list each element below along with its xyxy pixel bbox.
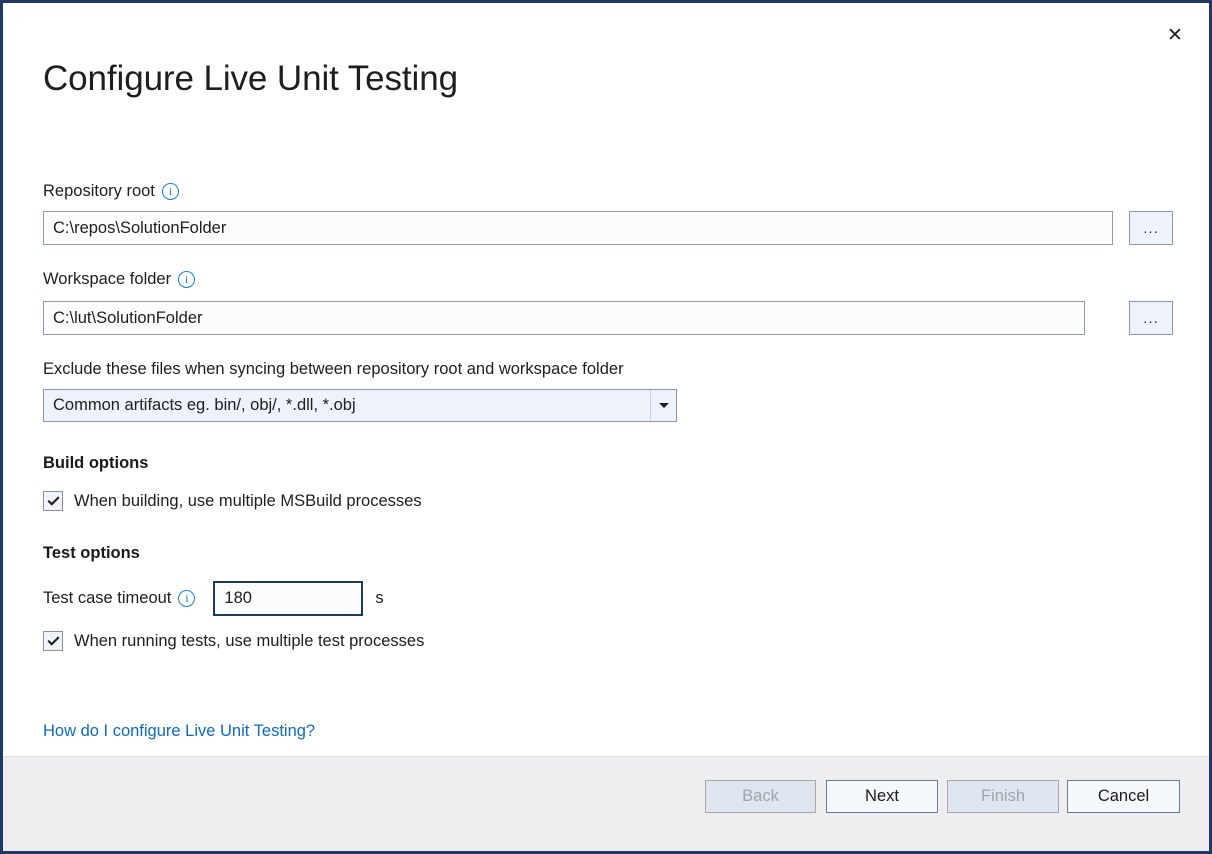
test-case-timeout-label: Test case timeout i <box>43 590 195 607</box>
info-icon[interactable]: i <box>178 590 195 607</box>
exclude-files-dropdown[interactable]: Common artifacts eg. bin/, obj/, *.dll, … <box>43 389 677 422</box>
next-button[interactable]: Next <box>826 780 938 813</box>
dialog-footer: Back Next Finish Cancel <box>3 756 1209 851</box>
workspace-folder-label-text: Workspace folder <box>43 271 171 288</box>
chevron-down-icon[interactable] <box>650 390 676 421</box>
back-button[interactable]: Back <box>705 780 816 813</box>
test-case-timeout-label-text: Test case timeout <box>43 590 171 607</box>
page-title: Configure Live Unit Testing <box>43 59 458 99</box>
exclude-files-selected-value: Common artifacts eg. bin/, obj/, *.dll, … <box>44 396 650 415</box>
close-icon: ✕ <box>1167 26 1183 45</box>
multiprocess-tests-checkbox-row[interactable]: When running tests, use multiple test pr… <box>43 631 424 651</box>
workspace-folder-input[interactable] <box>43 301 1085 335</box>
repository-root-browse-button[interactable]: ... <box>1129 211 1173 245</box>
close-button[interactable]: ✕ <box>1158 19 1192 51</box>
finish-button[interactable]: Finish <box>947 780 1059 813</box>
repository-root-label-text: Repository root <box>43 183 155 200</box>
test-case-timeout-input[interactable] <box>213 581 363 616</box>
msbuild-multiprocess-checkbox[interactable] <box>43 491 63 511</box>
check-icon <box>47 634 59 646</box>
repository-root-label: Repository root i <box>43 183 179 200</box>
msbuild-multiprocess-checkbox-row[interactable]: When building, use multiple MSBuild proc… <box>43 491 422 511</box>
test-case-timeout-unit: s <box>375 590 383 607</box>
msbuild-multiprocess-label: When building, use multiple MSBuild proc… <box>74 493 422 510</box>
repository-root-input[interactable] <box>43 211 1113 245</box>
workspace-folder-label: Workspace folder i <box>43 271 195 288</box>
info-icon[interactable]: i <box>162 183 179 200</box>
test-options-heading: Test options <box>43 545 140 562</box>
check-icon <box>47 494 59 506</box>
test-case-timeout-row: Test case timeout i s <box>43 581 384 616</box>
workspace-folder-browse-button[interactable]: ... <box>1129 301 1173 335</box>
multiprocess-tests-label: When running tests, use multiple test pr… <box>74 633 424 650</box>
configure-live-unit-testing-dialog: ✕ Configure Live Unit Testing Repository… <box>0 0 1212 854</box>
cancel-button[interactable]: Cancel <box>1067 780 1180 813</box>
info-icon[interactable]: i <box>178 271 195 288</box>
build-options-heading: Build options <box>43 455 148 472</box>
dialog-body: Repository root i ... Workspace folder i… <box>3 153 1209 754</box>
multiprocess-tests-checkbox[interactable] <box>43 631 63 651</box>
exclude-files-label: Exclude these files when syncing between… <box>43 361 624 378</box>
help-link[interactable]: How do I configure Live Unit Testing? <box>43 722 315 741</box>
